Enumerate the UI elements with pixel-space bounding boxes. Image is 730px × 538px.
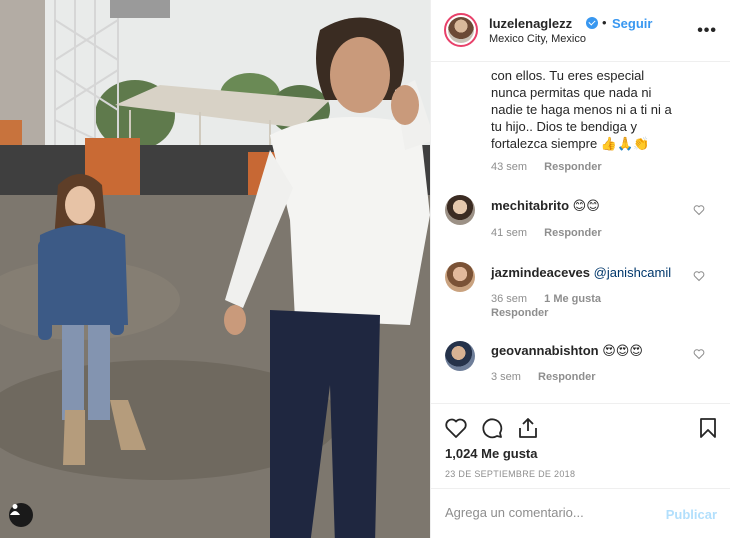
comment-input[interactable] — [445, 505, 655, 520]
post-photo[interactable] — [0, 0, 430, 538]
comment-meta: 3 sem Responder — [491, 371, 610, 383]
user-tag-button[interactable] — [9, 503, 33, 527]
heart-icon[interactable] — [693, 270, 705, 282]
post-date[interactable]: 23 DE SEPTIEMBRE DE 2018 — [445, 469, 575, 479]
commenter-avatar[interactable] — [445, 341, 475, 371]
post-location[interactable]: Mexico City, Mexico — [489, 33, 586, 45]
commenter-username[interactable]: geovannabishton — [491, 343, 599, 358]
comment-meta: 36 sem 1 Me gusta — [491, 293, 615, 305]
author-avatar[interactable] — [444, 13, 478, 47]
comment-text: con ellos. Tu eres especial nunca permit… — [491, 67, 672, 152]
post-side-panel: luzelenaglezz • Seguir Mexico City, Mexi… — [430, 0, 730, 538]
comment-time[interactable]: 36 sem — [491, 293, 527, 305]
commenter-avatar[interactable] — [445, 195, 475, 225]
comment-icon[interactable] — [480, 416, 504, 440]
comment-line: con ellos. Tu eres especial — [491, 68, 645, 83]
author-username[interactable]: luzelenaglezz — [489, 16, 572, 31]
comment-time[interactable]: 41 sem — [491, 227, 527, 239]
comment-line: tu hijo.. Dios te bendiga y — [491, 119, 637, 134]
comment-time[interactable]: 3 sem — [491, 371, 521, 383]
heart-icon[interactable] — [693, 204, 705, 216]
comment-line: nunca permitas que nada ni — [491, 85, 652, 100]
likes-count[interactable]: 1,024 Me gusta — [445, 446, 538, 461]
heart-icon[interactable] — [693, 348, 705, 360]
publish-button[interactable]: Publicar — [666, 507, 717, 522]
share-icon[interactable] — [516, 416, 540, 440]
comment-meta-row2: Responder — [491, 307, 562, 319]
comment-line: fortalezca siempre 👍🙏👏 — [491, 136, 650, 151]
reply-button[interactable]: Responder — [544, 227, 601, 239]
comment-time[interactable]: 43 sem — [491, 161, 527, 173]
commenter-username[interactable]: jazmindeaceves — [491, 265, 590, 280]
comment-likes[interactable]: 1 Me gusta — [544, 293, 601, 305]
commenter-avatar[interactable] — [445, 262, 475, 292]
commenter-username[interactable]: mechitabrito — [491, 198, 569, 213]
more-dots-icon[interactable]: ••• — [697, 22, 717, 40]
add-comment-bar: Publicar — [431, 488, 730, 538]
comment-text: jazmindeaceves @janishcamil — [491, 264, 671, 281]
post-actions: 1,024 Me gusta 23 DE SEPTIEMBRE DE 2018 — [431, 403, 730, 488]
heart-icon[interactable] — [444, 416, 468, 440]
bookmark-icon[interactable] — [696, 416, 720, 440]
comment-body: 😊😊 — [572, 198, 600, 213]
photo-illustration — [0, 0, 430, 538]
comment-mention[interactable]: @janishcamil — [594, 265, 672, 280]
header-separator: • — [602, 15, 607, 30]
comments-list[interactable]: con ellos. Tu eres especial nunca permit… — [431, 63, 730, 403]
comment-text: mechitabrito 😊😊 — [491, 197, 600, 214]
post-header: luzelenaglezz • Seguir Mexico City, Mexi… — [431, 0, 730, 62]
person-icon — [10, 504, 20, 515]
instagram-post: luzelenaglezz • Seguir Mexico City, Mexi… — [0, 0, 730, 538]
reply-button[interactable]: Responder — [544, 161, 601, 173]
comment-text: geovannabishton 😍😍😍 — [491, 342, 643, 359]
reply-button[interactable]: Responder — [491, 307, 548, 319]
comment-meta: 41 sem Responder — [491, 227, 616, 239]
comment-line: nadie te haga menos ni a ti ni a — [491, 102, 672, 117]
comment-body: 😍😍😍 — [602, 343, 643, 358]
follow-button[interactable]: Seguir — [612, 16, 652, 31]
verified-badge-icon — [586, 17, 598, 29]
comment-meta: 43 sem Responder — [491, 161, 616, 173]
reply-button[interactable]: Responder — [538, 371, 595, 383]
